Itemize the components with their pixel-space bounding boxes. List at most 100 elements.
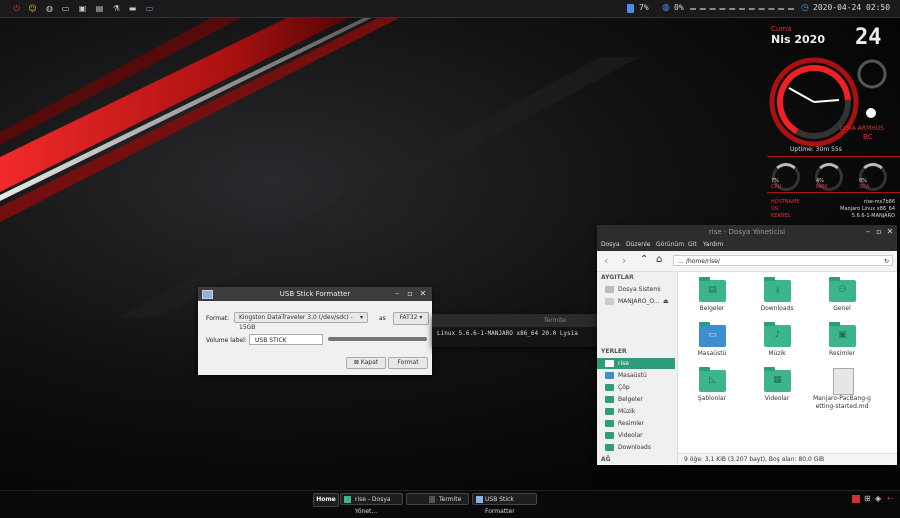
shield-icon[interactable]: ◈: [875, 494, 881, 503]
home-button[interactable]: Home: [313, 493, 339, 507]
file-item-label: Manjaro-PacBang-getting-started.md: [813, 395, 871, 410]
file-item-label: Genel: [833, 305, 851, 312]
eject-icon[interactable]: ⏏: [663, 296, 669, 307]
menubar: Dosya Düzenle Görünüm Git Yardım: [597, 239, 897, 251]
menu-file[interactable]: Dosya: [601, 239, 620, 251]
close-button[interactable]: ✕: [418, 287, 428, 301]
file-item-label: Müzik: [768, 350, 786, 357]
datetime[interactable]: 2020-04-24 02:50: [813, 3, 890, 12]
file-item[interactable]: ⚇ Genel: [812, 277, 872, 324]
trash-icon: [605, 384, 614, 391]
date-number: 24: [855, 25, 882, 50]
file-item[interactable]: ▭ Masaüstü: [682, 322, 742, 369]
filesystem-select[interactable]: FAT32 ▾: [393, 312, 429, 325]
sidebar-item-rise[interactable]: rise: [597, 358, 675, 369]
location-icon: …: [678, 258, 684, 265]
forward-icon[interactable]: ›: [622, 254, 626, 267]
file-item-label: Şablonlar: [697, 395, 727, 402]
pictures-folder-icon: [605, 420, 614, 427]
text-icon[interactable]: ▤: [95, 4, 104, 13]
memory-percent: 0%: [674, 3, 684, 12]
desktop-folder-icon: ▭: [699, 322, 726, 347]
markdown-file-icon: [833, 368, 854, 395]
usb-formatter-window: USB Stick Formatter – ▫ ✕ Format: Kingst…: [198, 287, 432, 375]
menu-icon[interactable]: ☺: [28, 4, 37, 13]
sidebar-item-label: MANJARO_O...: [618, 298, 660, 305]
sidebar-item-manjaro-drive[interactable]: MANJARO_O... ⏏: [597, 296, 675, 307]
home-icon[interactable]: ⌂: [656, 254, 662, 265]
location-path: /home/rise/: [685, 258, 720, 265]
file-item[interactable]: ◺ Şablonlar: [682, 367, 742, 414]
file-item-label: Resimler: [828, 350, 856, 357]
file-item[interactable]: ▦ Videolar: [747, 367, 807, 414]
usb-formatter-titlebar[interactable]: USB Stick Formatter – ▫ ✕: [198, 287, 432, 301]
browser-icon[interactable]: ◍: [45, 4, 54, 13]
sidebar-section-network: AĞ: [601, 456, 611, 463]
sidebar-item-filesystem[interactable]: Dosya Sistemi: [597, 284, 675, 295]
sidebar-item-music[interactable]: Müzik: [597, 406, 675, 417]
menu-help[interactable]: Yardım: [703, 239, 723, 251]
os-label: OS: [771, 206, 779, 212]
minimize-button[interactable]: –: [392, 287, 402, 301]
logout-icon[interactable]: ⇠: [887, 494, 894, 503]
flask-icon[interactable]: ⚗: [112, 4, 121, 13]
close-button[interactable]: ✕: [885, 225, 895, 239]
file-item[interactable]: ▣ Resimler: [812, 322, 872, 369]
sidebar-item-trash[interactable]: Çöp: [597, 382, 675, 393]
menu-go[interactable]: Git: [688, 239, 697, 251]
file-item[interactable]: ▤ Belgeler: [682, 277, 742, 324]
sidebar-item-downloads[interactable]: Downloads: [597, 442, 675, 453]
file-manager-titlebar[interactable]: rise - Dosya Yöneticisi – ▫ ✕: [597, 225, 897, 239]
menu-view[interactable]: Görünüm: [656, 239, 684, 251]
sidebar-section-places: YERLER: [601, 348, 627, 355]
window-title: rise - Dosya Yöneticisi: [708, 228, 786, 236]
back-icon[interactable]: ‹: [604, 254, 608, 267]
minimize-button[interactable]: –: [863, 225, 873, 239]
file-item[interactable]: ♪ Müzik: [747, 322, 807, 369]
volume-label: Volume label:: [206, 337, 247, 344]
task-label: USB Stick Formatter: [485, 496, 515, 515]
clock-icon: ◷: [801, 3, 809, 13]
file-item[interactable]: ⤓ Downloads: [747, 277, 807, 324]
sidebar-item-label: Masaüstü: [618, 372, 647, 379]
as-label: as: [379, 315, 386, 322]
status-bar: 9 öğe: 3,1 KiB (3.207 bayt), Boş alan: 8…: [678, 453, 897, 465]
terminal-output[interactable]: Linux 5.6.6-1-MANJARO x86_64 20.0 Lysia: [437, 330, 578, 337]
network-icon[interactable]: ⊞: [864, 494, 871, 503]
music-folder-icon: ♪: [764, 322, 791, 347]
close-dialog-button[interactable]: ⊠ Kapat: [346, 357, 386, 369]
format-button[interactable]: Format: [388, 357, 428, 369]
up-icon[interactable]: ⌃: [640, 254, 648, 265]
sidebar-item-documents[interactable]: Belgeler: [597, 394, 675, 405]
location-bar[interactable]: … /home/rise/ ↻: [673, 255, 893, 266]
sidebar-item-desktop[interactable]: Masaüstü: [597, 370, 675, 381]
toolbar: ‹ › ⌃ ⌂ … /home/rise/ ↻: [597, 251, 897, 272]
close-dialog-button-label: Kapat: [360, 359, 379, 366]
power-icon[interactable]: ⏻: [12, 4, 21, 13]
task-termite[interactable]: Termite: [406, 493, 469, 505]
chevron-down-icon: ▾: [419, 314, 423, 321]
tray-app-icon[interactable]: [852, 495, 860, 503]
task-file-manager[interactable]: rise - Dosya Yönet...: [340, 493, 403, 515]
task-usb-formatter[interactable]: USB Stick Formatter: [472, 493, 537, 515]
device-select[interactable]: Kingston DataTraveler 3.0 (/dev/sdc) - 1…: [234, 312, 368, 331]
sidebar-item-videos[interactable]: Videolar: [597, 430, 675, 441]
reload-icon[interactable]: ↻: [884, 256, 889, 267]
files-icon[interactable]: ▭: [61, 4, 70, 13]
home-folder-icon: [605, 360, 614, 367]
image-icon[interactable]: ▣: [78, 4, 87, 13]
window-icon[interactable]: ▭: [145, 4, 154, 13]
maximize-button[interactable]: ▫: [874, 225, 884, 239]
usb-app-icon: [202, 290, 213, 299]
sidebar-item-pictures[interactable]: Resimler: [597, 418, 675, 429]
os-value: Manjaro Linux x86_64: [840, 206, 895, 212]
file-item-label: Downloads: [760, 305, 794, 312]
sidebar: AYGITLAR Dosya Sistemi MANJARO_O... ⏏ YER…: [597, 272, 678, 464]
chat-icon[interactable]: ▬: [128, 4, 137, 13]
sidebar-section-devices: AYGITLAR: [601, 274, 634, 281]
volume-label-input[interactable]: USB STICK: [249, 334, 323, 345]
file-item[interactable]: Manjaro-PacBang-getting-started.md: [812, 368, 872, 420]
maximize-button[interactable]: ▫: [405, 287, 415, 301]
progress-bar: [328, 337, 427, 341]
menu-edit[interactable]: Düzenle: [626, 239, 650, 251]
